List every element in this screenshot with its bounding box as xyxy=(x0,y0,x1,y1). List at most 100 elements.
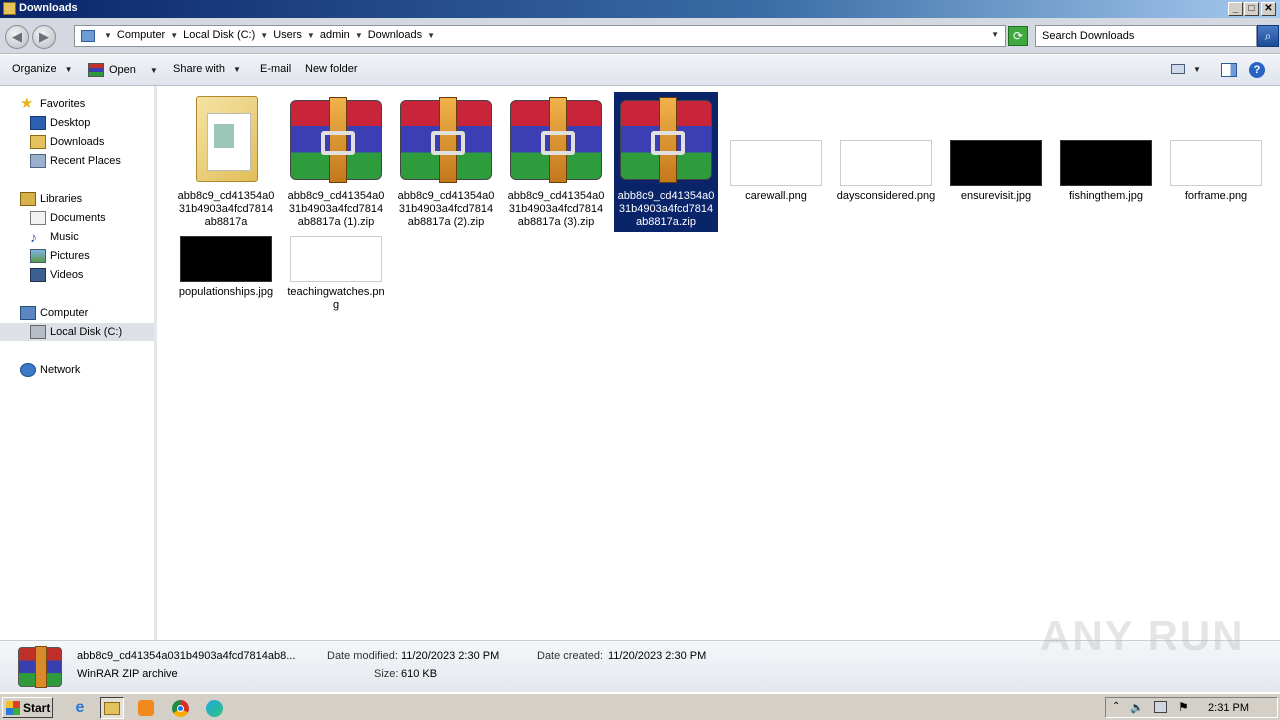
nav-local-disk-label: Local Disk (C:) xyxy=(50,326,123,338)
maximize-button[interactable]: □ xyxy=(1244,2,1259,16)
file-item[interactable]: carewall.png xyxy=(724,92,828,222)
forward-button[interactable]: ▶ xyxy=(32,25,56,49)
organize-label: Organize xyxy=(12,63,57,75)
crumb-users[interactable]: Users xyxy=(273,29,302,41)
search-input[interactable]: Search Downloads xyxy=(1035,25,1257,47)
taskbar: Start e ⌃ 🔈 ⚑ 2:31 PM xyxy=(0,693,1280,720)
image-thumbnail xyxy=(840,140,932,186)
action-center-flag-icon[interactable]: ⚑ xyxy=(1178,700,1189,714)
clock[interactable]: 2:31 PM xyxy=(1208,702,1249,714)
location-icon xyxy=(81,30,95,42)
chevron-down-icon[interactable]: ▼ xyxy=(355,31,363,40)
command-bar: Organize ▼ Open ▼ Share with ▼ E-mail New f… xyxy=(0,55,1280,86)
chevron-down-icon[interactable]: ▼ xyxy=(150,66,158,75)
chevron-down-icon[interactable]: ▼ xyxy=(260,31,268,40)
search-icon[interactable]: ⌕ xyxy=(1257,25,1279,47)
file-item[interactable]: abb8c9_cd41354a031b4903a4fcd7814ab8817a xyxy=(174,92,278,228)
nav-pictures[interactable]: Pictures xyxy=(30,247,90,265)
nav-music[interactable]: ♪ Music xyxy=(30,228,79,246)
share-with-button[interactable]: Share with ▼ xyxy=(173,63,241,75)
view-options-button[interactable]: ▼ xyxy=(1171,64,1201,74)
crumb-local-disk[interactable]: Local Disk (C:) xyxy=(183,29,255,41)
file-item[interactable]: abb8c9_cd41354a031b4903a4fcd7814ab8817a … xyxy=(284,92,388,232)
chrome-taskbar-button[interactable] xyxy=(168,697,192,719)
new-folder-button[interactable]: New folder xyxy=(305,63,358,75)
folder-icon xyxy=(3,2,16,15)
file-item[interactable]: teachingwatches.png xyxy=(284,232,388,322)
nav-downloads[interactable]: Downloads xyxy=(30,133,104,151)
chrome-icon xyxy=(171,699,189,717)
view-icon xyxy=(1171,64,1185,74)
file-name: forframe.png xyxy=(1184,190,1248,202)
file-name: abb8c9_cd41354a031b4903a4fcd7814ab8817a xyxy=(177,190,275,228)
nav-computer[interactable]: Computer xyxy=(20,304,88,322)
winrar-icon xyxy=(88,63,104,77)
videos-icon xyxy=(30,268,46,282)
file-item[interactable]: abb8c9_cd41354a031b4903a4fcd7814ab8817a … xyxy=(394,92,498,232)
file-name: populationships.jpg xyxy=(178,286,274,298)
nav-documents[interactable]: Documents xyxy=(30,209,106,227)
email-button[interactable]: E-mail xyxy=(260,63,291,75)
address-bar[interactable]: ▼ Computer ▼ Local Disk (C:) ▼ Users ▼ admin… xyxy=(74,25,1006,47)
crumb-computer[interactable]: Computer xyxy=(117,29,165,41)
file-item[interactable]: fishingthem.jpg xyxy=(1054,92,1158,222)
nav-videos-label: Videos xyxy=(50,269,84,281)
file-item[interactable]: forframe.png xyxy=(1164,92,1268,222)
chevron-down-icon[interactable]: ▼ xyxy=(427,31,435,40)
preview-pane-icon xyxy=(1221,63,1237,77)
nav-libraries[interactable]: Libraries xyxy=(20,190,82,208)
internet-explorer-taskbar-button[interactable]: e xyxy=(68,697,92,719)
star-icon: ★ xyxy=(20,95,34,112)
watermark: ANY RUN xyxy=(1040,612,1245,659)
file-name: abb8c9_cd41354a031b4903a4fcd7814ab8817a … xyxy=(287,190,385,228)
file-item[interactable]: populationships.jpg xyxy=(174,232,278,322)
nav-favorites[interactable]: ★ Favorites xyxy=(20,95,85,113)
organize-button[interactable]: Organize ▼ xyxy=(12,63,73,75)
system-tray: ⌃ 🔈 ⚑ 2:31 PM xyxy=(1105,697,1278,718)
explorer-taskbar-button[interactable] xyxy=(100,697,124,719)
winrar-archive-icon xyxy=(18,646,62,688)
minimize-button[interactable]: _ xyxy=(1228,2,1243,16)
chevron-down-icon[interactable]: ▼ xyxy=(104,31,112,40)
nav-network-label: Network xyxy=(40,364,81,376)
address-dropdown-icon[interactable]: ▼ xyxy=(991,30,999,39)
file-item[interactable]: abb8c9_cd41354a031b4903a4fcd7814ab8817a.… xyxy=(614,92,718,232)
media-player-taskbar-button[interactable] xyxy=(134,697,158,719)
details-filename: abb8c9_cd41354a031b4903a4fcd7814ab8... xyxy=(77,650,296,662)
image-thumbnail xyxy=(1170,140,1262,186)
crumb-downloads[interactable]: Downloads xyxy=(368,29,422,41)
file-item[interactable]: daysconsidered.png xyxy=(834,92,938,222)
chevron-down-icon[interactable]: ▼ xyxy=(170,31,178,40)
volume-icon[interactable]: 🔈 xyxy=(1130,701,1144,714)
chevron-down-icon[interactable]: ▼ xyxy=(307,31,315,40)
nav-pictures-label: Pictures xyxy=(50,250,90,262)
details-size-value: 610 KB xyxy=(401,668,438,680)
network-icon xyxy=(20,363,36,377)
breadcrumb: ▼ Computer ▼ Local Disk (C:) ▼ Users ▼ admin… xyxy=(99,29,440,41)
show-hidden-icons-icon[interactable]: ⌃ xyxy=(1112,701,1120,712)
preview-pane-button[interactable] xyxy=(1221,63,1237,77)
open-button[interactable]: Open ▼ xyxy=(88,63,158,77)
file-item[interactable]: abb8c9_cd41354a031b4903a4fcd7814ab8817a … xyxy=(504,92,608,232)
file-item[interactable]: ensurevisit.jpg xyxy=(944,92,1048,222)
nav-recent-places[interactable]: Recent Places xyxy=(30,152,121,170)
crumb-admin[interactable]: admin xyxy=(320,29,350,41)
close-button[interactable]: ✕ xyxy=(1261,2,1276,16)
recent-places-icon xyxy=(30,154,46,168)
network-tray-icon[interactable] xyxy=(1154,701,1167,713)
start-label: Start xyxy=(23,700,51,715)
nav-computer-label: Computer xyxy=(40,307,89,319)
refresh-button[interactable]: ⟳ xyxy=(1008,26,1028,46)
back-button[interactable]: ◀ xyxy=(5,25,29,49)
start-button[interactable]: Start xyxy=(2,697,53,718)
nav-desktop[interactable]: Desktop xyxy=(30,114,90,132)
file-name: daysconsidered.png xyxy=(836,190,936,202)
help-button[interactable]: ? xyxy=(1249,62,1265,78)
nav-network[interactable]: Network xyxy=(20,361,80,379)
file-name: abb8c9_cd41354a031b4903a4fcd7814ab8817a … xyxy=(397,190,495,228)
nav-local-disk[interactable]: Local Disk (C:) xyxy=(0,323,154,341)
navigation-pane: ★ Favorites Desktop Downloads Recent Plac… xyxy=(0,86,157,640)
nav-videos[interactable]: Videos xyxy=(30,266,83,284)
edge-taskbar-button[interactable] xyxy=(202,697,226,719)
nav-music-label: Music xyxy=(50,231,79,243)
